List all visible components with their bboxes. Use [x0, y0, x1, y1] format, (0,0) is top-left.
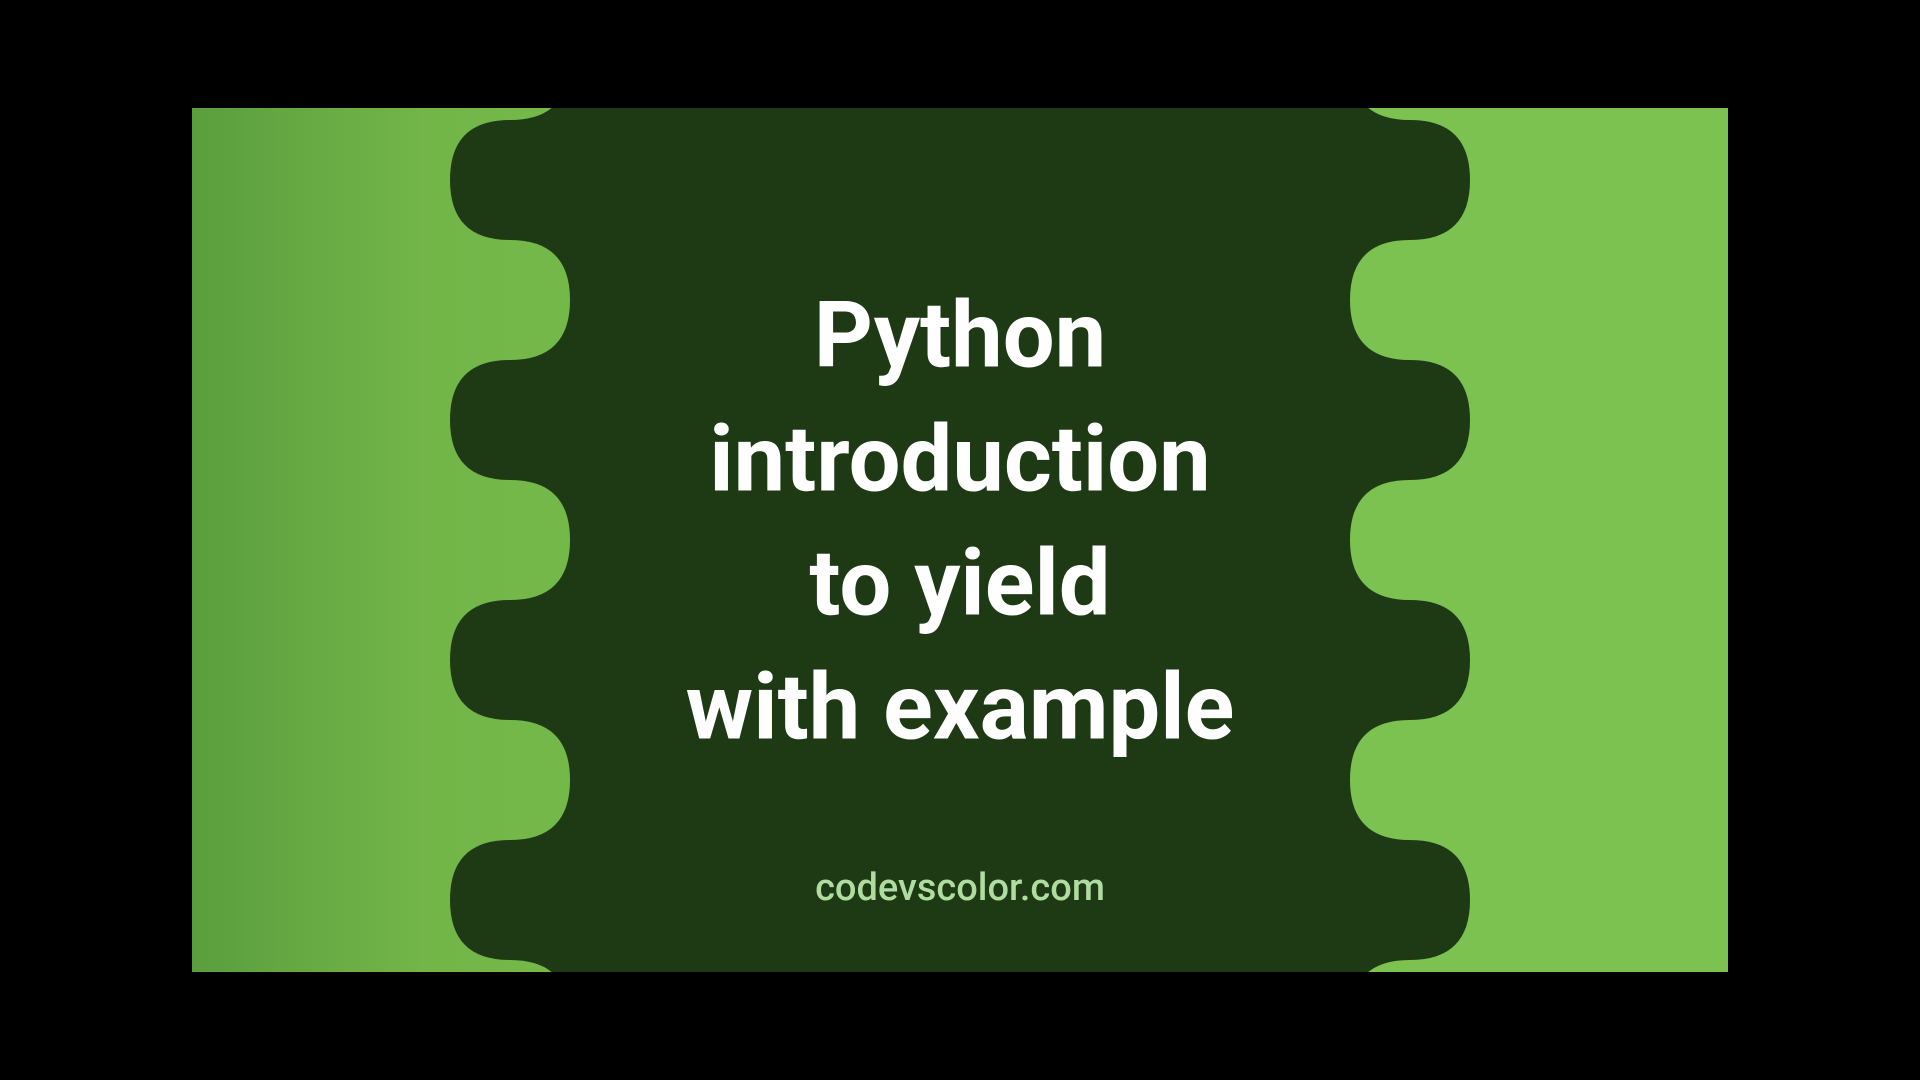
banner-canvas: Python introduction to yield with exampl…	[192, 108, 1728, 972]
main-title: Python introduction to yield with exampl…	[510, 274, 1410, 771]
footer-attribution: codevscolor.com	[815, 866, 1105, 910]
